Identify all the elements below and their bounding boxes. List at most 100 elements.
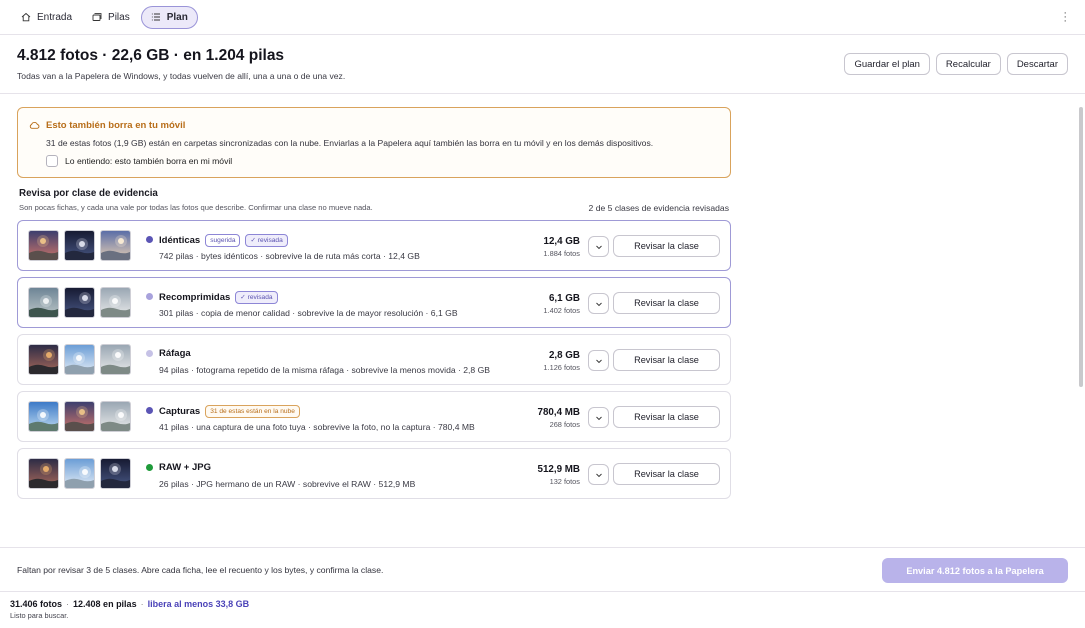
photo-thumbnail-image	[29, 459, 58, 488]
class-name: RAW + JPG	[159, 462, 211, 473]
class-title-row: Capturas 31 de estas están en la nube	[159, 405, 300, 418]
status-stacks: 12.408 en pilas	[73, 599, 137, 609]
class-photo-count: 1.884 fotos	[543, 249, 580, 258]
status-message: Listo para buscar.	[10, 611, 69, 620]
photo-thumbnail[interactable]	[100, 287, 131, 318]
expand-button[interactable]	[588, 407, 609, 428]
class-name: Capturas	[159, 406, 201, 417]
stack-icon	[92, 13, 102, 21]
chevron-down-icon	[595, 359, 602, 363]
class-size: 512,9 MB	[537, 464, 580, 475]
class-description: 742 pilas · bytes idénticos · sobrevive …	[159, 251, 420, 261]
review-progress: 2 de 5 clases de evidencia revisadas	[588, 203, 729, 213]
scrollbar[interactable]	[1079, 107, 1083, 387]
review-class-button[interactable]: Revisar la clase	[613, 463, 720, 485]
recalculate-button[interactable]: Recalcular	[935, 53, 1001, 75]
class-size: 780,4 MB	[537, 407, 580, 418]
tab-label: Entrada	[37, 11, 73, 23]
expand-button[interactable]	[588, 464, 609, 485]
chevron-down-icon	[595, 302, 602, 306]
evidence-class-card: Recomprimidas ✓ revisada 301 pilas · copi…	[17, 277, 731, 328]
acknowledge-checkbox[interactable]	[46, 155, 58, 167]
photo-thumbnail[interactable]	[100, 230, 131, 261]
class-photo-count: 1.402 fotos	[543, 306, 580, 315]
class-color-dot	[146, 236, 153, 243]
class-name: Recomprimidas	[159, 292, 231, 303]
photo-thumbnail[interactable]	[100, 401, 131, 432]
class-description: 26 pilas · JPG hermano de un RAW · sobre…	[159, 479, 416, 489]
list-icon	[151, 13, 160, 21]
expand-button[interactable]	[588, 236, 609, 257]
tab-pilas[interactable]: Pilas	[83, 6, 139, 29]
tab-label: Pilas	[108, 11, 130, 23]
thumbnail-strip	[28, 458, 131, 489]
cloud-badge: 31 de estas están en la nube	[205, 405, 300, 418]
class-description: 94 pilas · fotograma repetido de la mism…	[159, 365, 491, 375]
thumbnail-strip	[28, 287, 131, 318]
class-color-dot	[146, 407, 153, 414]
status-free-space: libera al menos 33,8 GB	[147, 599, 250, 609]
cloud-warning: Esto también borra en tu móvil 31 de est…	[17, 107, 731, 178]
class-photo-count: 1.126 fotos	[543, 363, 580, 372]
evidence-class-card: RAW + JPG 26 pilas · JPG hermano de un R…	[17, 448, 731, 499]
reviewed-badge: ✓ revisada	[245, 234, 288, 247]
section-subtitle: Son pocas fichas, y cada una vale por to…	[19, 203, 373, 212]
class-name: Ráfaga	[159, 348, 191, 359]
tab-entrada[interactable]: Entrada	[12, 6, 81, 29]
photo-thumbnail[interactable]	[64, 344, 95, 375]
discard-button[interactable]: Descartar	[1006, 53, 1068, 75]
expand-button[interactable]	[588, 293, 609, 314]
page-subtitle: Todas van a la Papelera de Windows, y to…	[17, 71, 346, 81]
class-title-row: Recomprimidas ✓ revisada	[159, 291, 278, 304]
photo-thumbnail-image	[29, 402, 58, 431]
page-title: 4.812 fotos · 22,6 GB · en 1.204 pilas	[17, 47, 285, 64]
chevron-down-icon	[595, 416, 602, 420]
photo-thumbnail-image	[65, 402, 94, 431]
photo-thumbnail[interactable]	[64, 230, 95, 261]
photo-thumbnail-image	[101, 402, 130, 431]
save-plan-button[interactable]: Guardar el plan	[844, 53, 930, 75]
photo-thumbnail[interactable]	[64, 287, 95, 318]
review-class-button[interactable]: Revisar la clase	[613, 406, 720, 428]
class-title-row: RAW + JPG	[159, 462, 211, 473]
photo-thumbnail[interactable]	[64, 458, 95, 489]
class-color-dot	[146, 350, 153, 357]
photo-thumbnail-image	[101, 345, 130, 374]
photo-thumbnail[interactable]	[28, 230, 59, 261]
class-color-dot	[146, 464, 153, 471]
review-class-button[interactable]: Revisar la clase	[613, 349, 720, 371]
photo-thumbnail-image	[65, 231, 94, 260]
send-to-trash-button[interactable]: Enviar 4.812 fotos a la Papelera	[882, 558, 1068, 583]
tab-plan[interactable]: Plan	[140, 5, 198, 29]
photo-thumbnail[interactable]	[28, 401, 59, 432]
thumbnail-strip	[28, 401, 131, 432]
review-class-button[interactable]: Revisar la clase	[613, 292, 720, 314]
reviewed-badge: ✓ revisada	[235, 291, 278, 304]
action-bar: Faltan por revisar 3 de 5 clases. Abre c…	[0, 547, 1085, 592]
section-title: Revisa por clase de evidencia	[19, 188, 158, 199]
kebab-menu-icon[interactable]: · · ·	[1063, 8, 1067, 27]
photo-thumbnail[interactable]	[28, 287, 59, 318]
evidence-class-card: Ráfaga 94 pilas · fotograma repetido de …	[17, 334, 731, 385]
class-description: 41 pilas · una captura de una foto tuya …	[159, 422, 475, 432]
photo-thumbnail-image	[29, 231, 58, 260]
photo-thumbnail[interactable]	[64, 401, 95, 432]
photo-thumbnail[interactable]	[100, 458, 131, 489]
class-description: 301 pilas · copia de menor calidad · sob…	[159, 308, 458, 318]
thumbnail-strip	[28, 344, 131, 375]
warning-body: 31 de estas fotos (1,9 GB) están en carp…	[46, 138, 654, 148]
class-size: 12,4 GB	[543, 236, 581, 247]
cloud-icon	[29, 121, 40, 129]
photo-thumbnail-image	[101, 231, 130, 260]
photo-thumbnail[interactable]	[28, 458, 59, 489]
expand-button[interactable]	[588, 350, 609, 371]
photo-thumbnail[interactable]	[100, 344, 131, 375]
photo-thumbnail-image	[101, 288, 130, 317]
photo-thumbnail-image	[65, 288, 94, 317]
photo-thumbnail-image	[101, 459, 130, 488]
review-class-button[interactable]: Revisar la clase	[613, 235, 720, 257]
chevron-down-icon	[595, 473, 602, 477]
acknowledge-checkbox-row[interactable]: Lo entiendo: esto también borra en mi mó…	[46, 155, 232, 167]
photo-thumbnail[interactable]	[28, 344, 59, 375]
status-bar: 31.406 fotos · 12.408 en pilas · libera al m…	[10, 599, 250, 609]
